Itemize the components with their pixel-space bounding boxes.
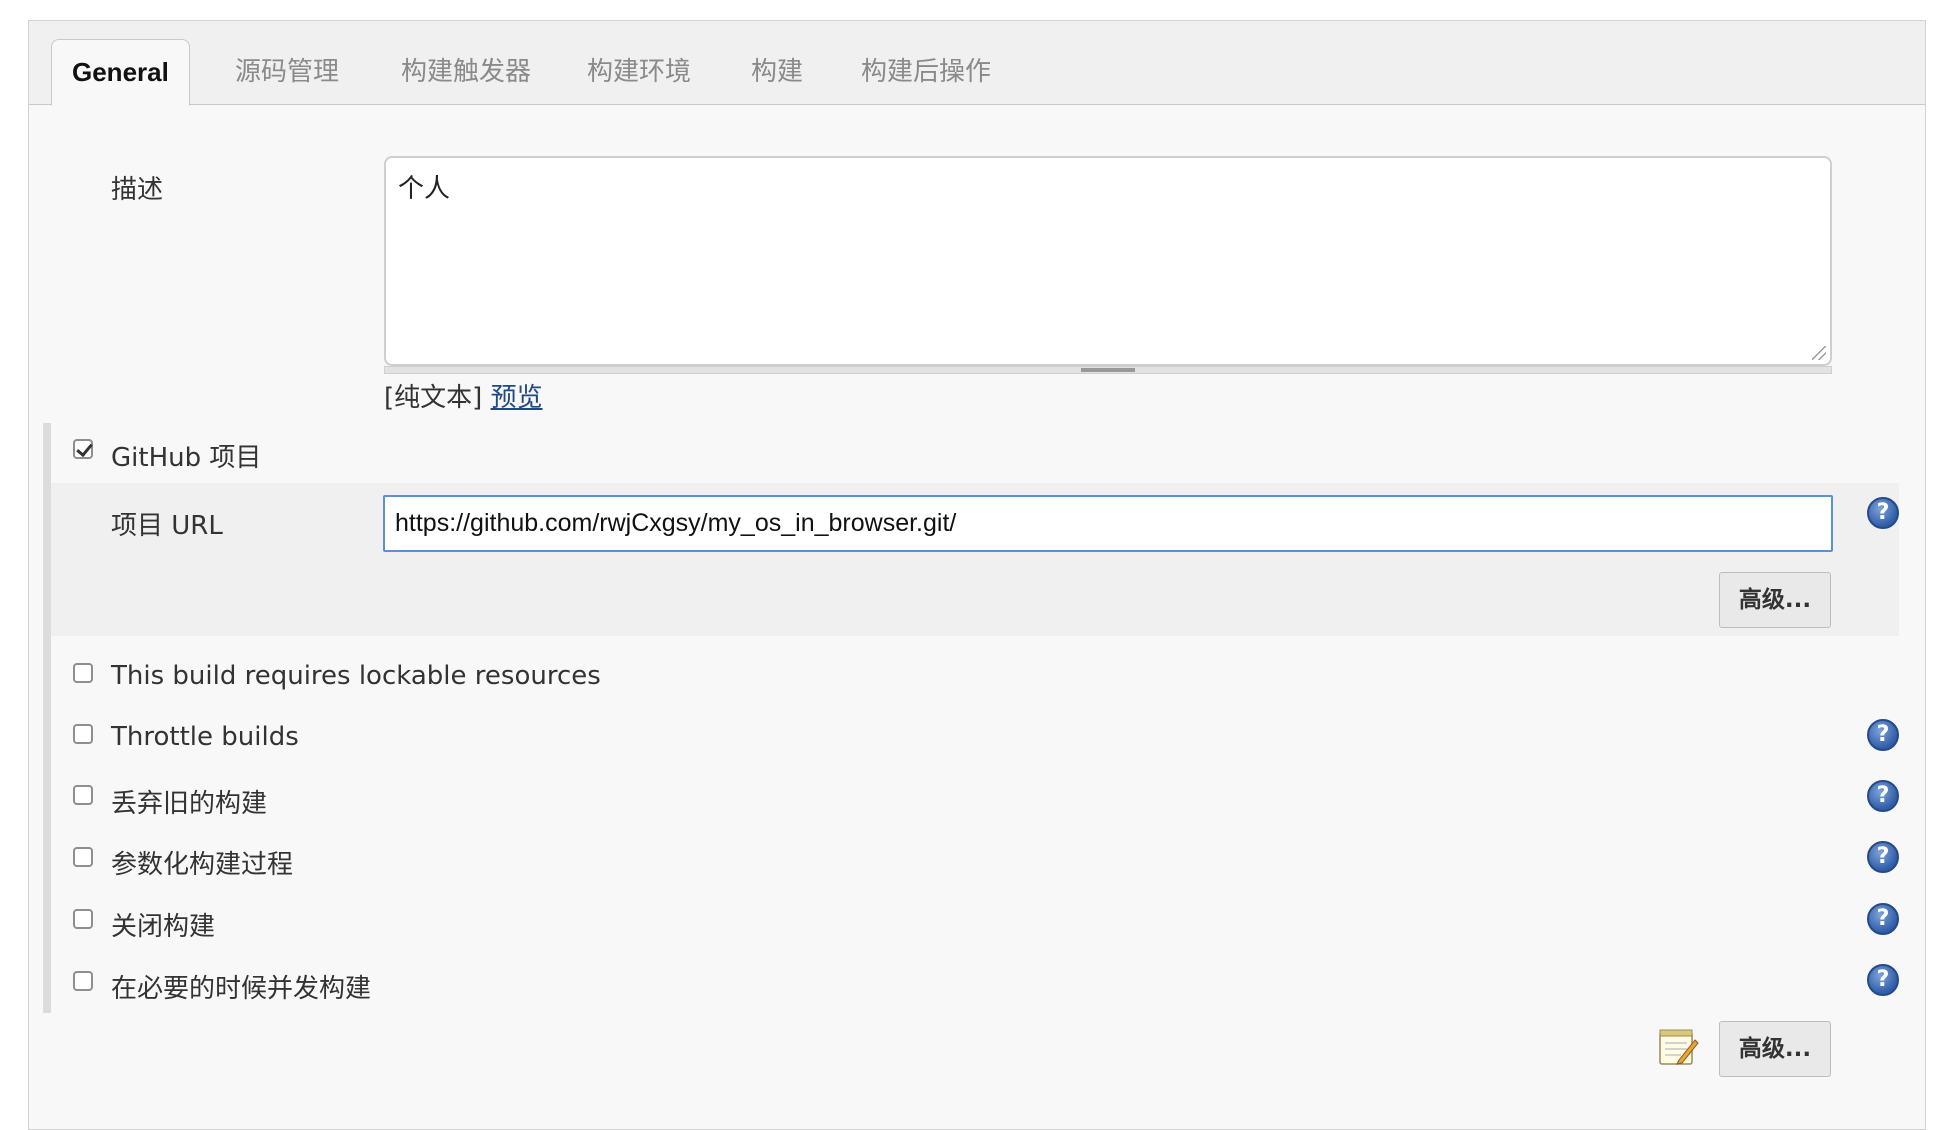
discard-old-builds-checkbox[interactable] (73, 785, 93, 805)
help-icon[interactable]: ? (1867, 841, 1899, 873)
lockable-resources-checkbox[interactable] (73, 663, 93, 683)
tab-bar: General 源码管理 构建触发器 构建环境 构建 构建后操作 (29, 21, 1925, 106)
description-text[interactable]: 个人 (398, 168, 450, 205)
preview-link[interactable]: 预览 (491, 383, 543, 413)
tab-general[interactable]: General (51, 39, 190, 106)
plain-text-label: [纯文本] (384, 383, 483, 413)
project-url-label: 项目 URL (111, 511, 223, 541)
concurrent-build-label: 在必要的时候并发构建 (111, 974, 372, 1004)
lockable-resources-label: This build requires lockable resources (111, 661, 601, 691)
parameterized-build-label: 参数化构建过程 (111, 850, 294, 880)
tab-build[interactable]: 构建 (731, 39, 823, 105)
help-icon[interactable]: ? (1867, 719, 1899, 751)
concurrent-build-checkbox[interactable] (73, 971, 93, 991)
textarea-resize-bar[interactable] (384, 366, 1832, 374)
advanced-button[interactable]: 高级... (1719, 1021, 1831, 1077)
github-advanced-button[interactable]: 高级... (1719, 572, 1831, 628)
description-textarea[interactable]: 个人 (384, 156, 1832, 366)
description-label: 描述 (111, 175, 164, 205)
tab-source-control[interactable]: 源码管理 (215, 39, 359, 105)
help-icon[interactable]: ? (1867, 964, 1899, 996)
description-format-row: [纯文本] 预览 (384, 377, 543, 414)
tab-build-environment[interactable]: 构建环境 (567, 39, 711, 105)
parameterized-build-checkbox[interactable] (73, 847, 93, 867)
github-project-checkbox[interactable] (73, 439, 93, 459)
project-url-input[interactable]: https://github.com/rwjCxgsy/my_os_in_bro… (383, 495, 1833, 552)
resize-grip-icon[interactable] (1812, 346, 1826, 360)
help-icon[interactable]: ? (1867, 780, 1899, 812)
github-project-label: GitHub 项目 (111, 443, 262, 473)
throttle-builds-label: Throttle builds (111, 722, 299, 752)
resize-handle-icon[interactable] (1081, 368, 1135, 372)
section-indent-bar (43, 423, 51, 1013)
throttle-builds-checkbox[interactable] (73, 724, 93, 744)
disable-build-checkbox[interactable] (73, 909, 93, 929)
help-icon[interactable]: ? (1867, 497, 1899, 529)
tab-post-build[interactable]: 构建后操作 (841, 39, 1011, 105)
tab-build-triggers[interactable]: 构建触发器 (381, 39, 551, 105)
config-panel: General 源码管理 构建触发器 构建环境 构建 构建后操作 描述 个人 [… (28, 20, 1926, 1130)
discard-old-builds-label: 丢弃旧的构建 (111, 789, 268, 819)
disable-build-label: 关闭构建 (111, 912, 216, 942)
notepad-pencil-icon (1659, 1029, 1699, 1065)
help-icon[interactable]: ? (1867, 903, 1899, 935)
